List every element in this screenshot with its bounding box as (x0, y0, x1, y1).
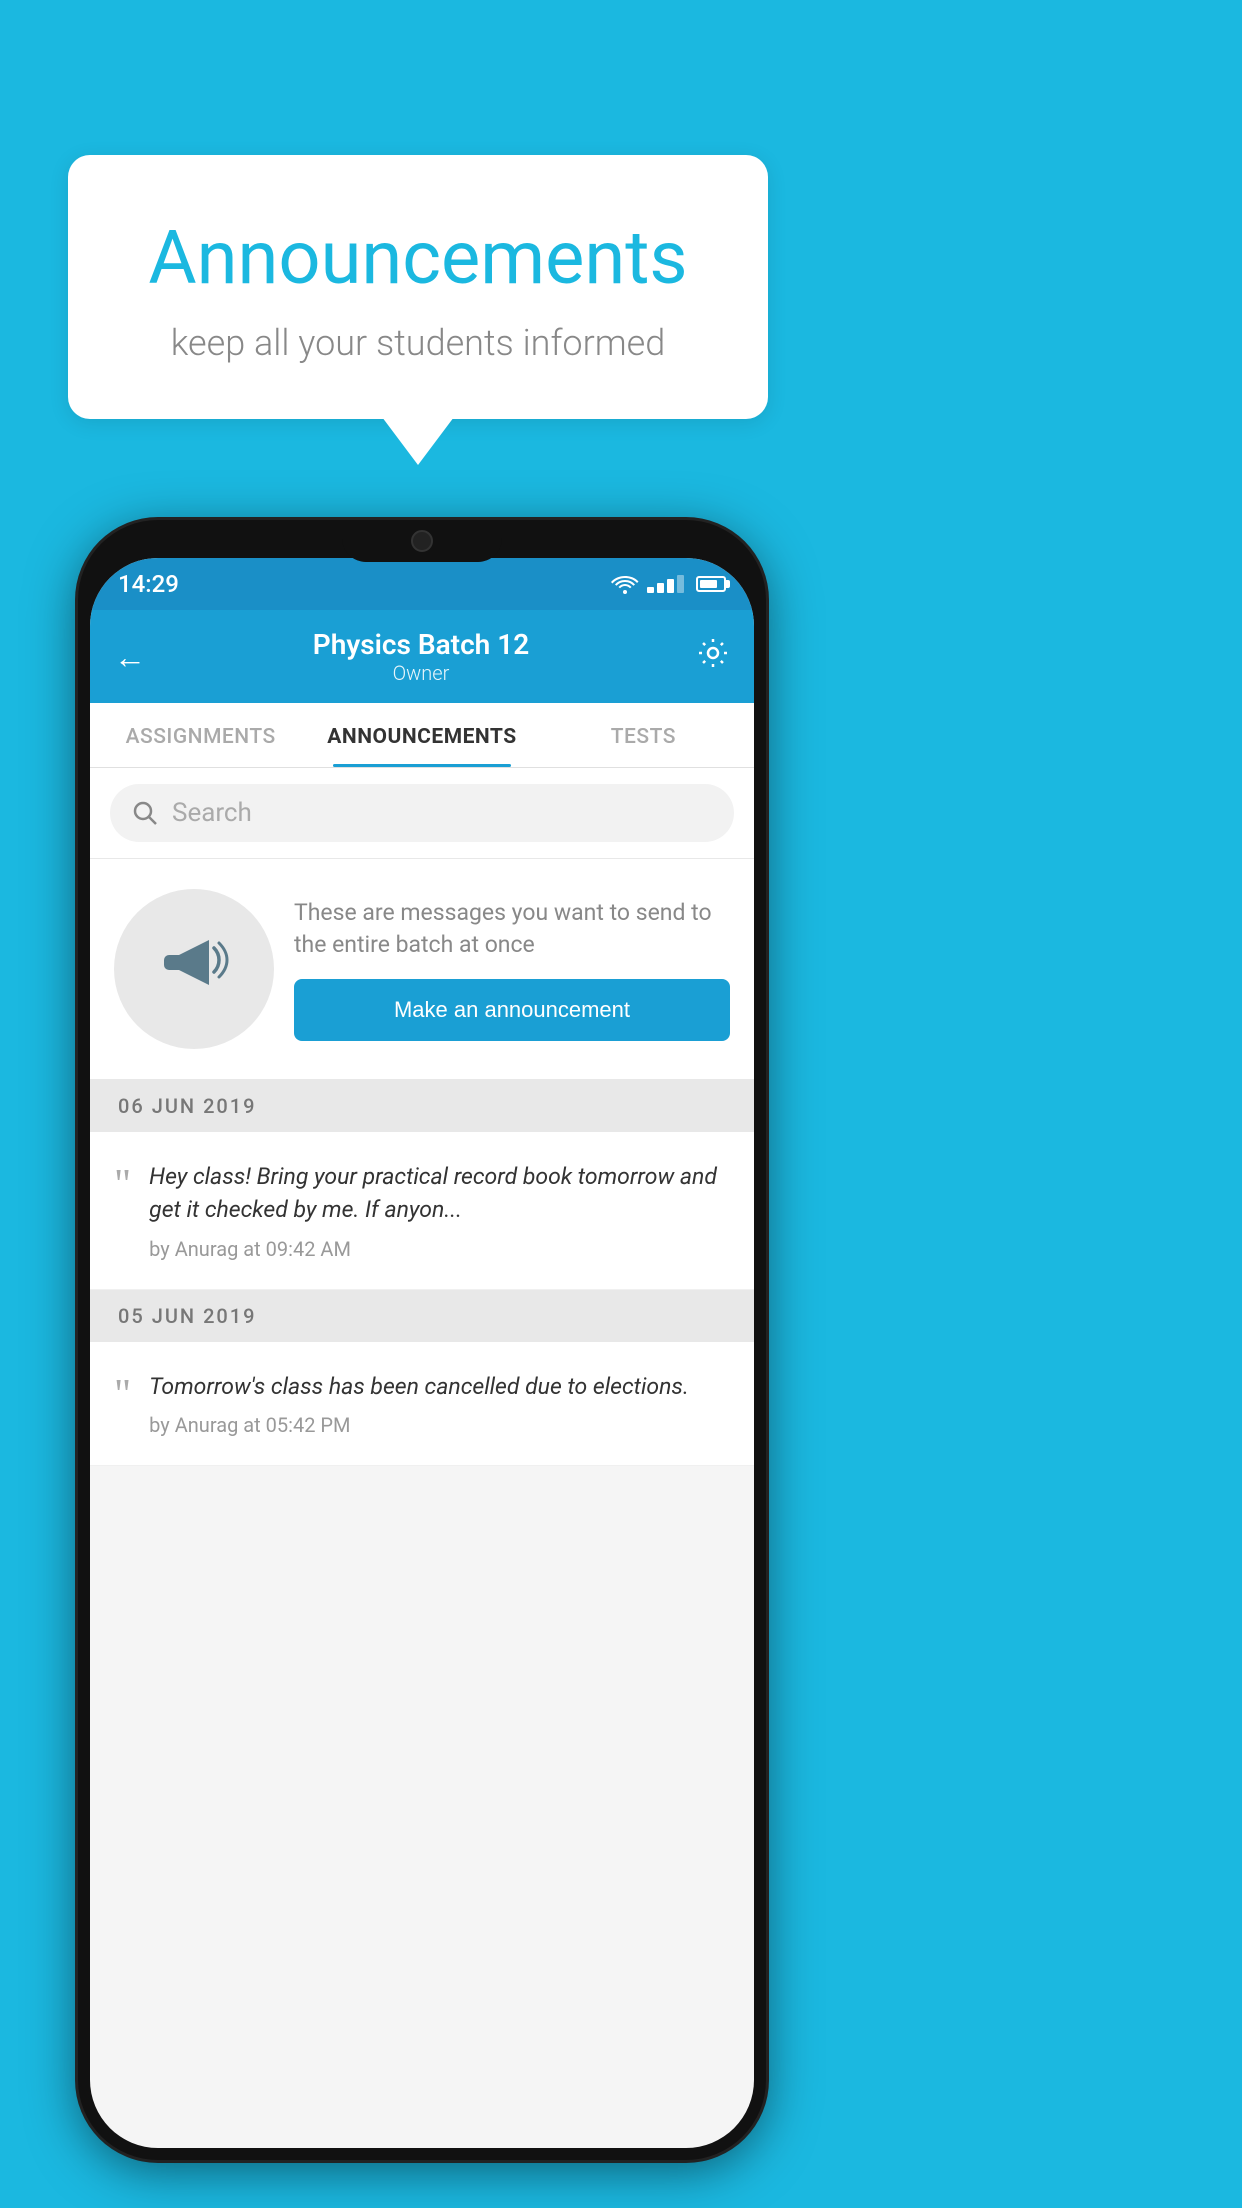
announcement-description: These are messages you want to send to t… (294, 897, 730, 961)
search-bar[interactable]: Search (110, 784, 734, 842)
announcement-card: Announcements keep all your students inf… (68, 155, 768, 419)
card-title: Announcements (118, 215, 718, 302)
app-header: ← Physics Batch 12 Owner (90, 610, 754, 703)
date-separator-1: 06 JUN 2019 (90, 1080, 754, 1132)
tab-announcements[interactable]: ANNOUNCEMENTS (311, 703, 532, 767)
announcement-prompt: These are messages you want to send to t… (90, 859, 754, 1080)
announcement-text-2: Tomorrow's class has been cancelled due … (149, 1370, 730, 1437)
signal-icon (647, 575, 684, 593)
phone-notch (342, 520, 502, 562)
tab-tests[interactable]: TESTS (533, 703, 754, 767)
search-icon (132, 800, 158, 826)
megaphone-icon (154, 920, 234, 1018)
search-container: Search (90, 768, 754, 859)
batch-role: Owner (313, 661, 530, 685)
settings-button[interactable] (696, 636, 730, 678)
date-separator-2: 05 JUN 2019 (90, 1290, 754, 1342)
quote-icon-1: " (114, 1164, 131, 1206)
card-subtitle: keep all your students informed (118, 322, 718, 364)
quote-icon-2: " (114, 1374, 131, 1416)
announcement-message-2: Tomorrow's class has been cancelled due … (149, 1370, 730, 1403)
status-bar: 14:29 (90, 558, 754, 610)
make-announcement-button[interactable]: Make an announcement (294, 979, 730, 1041)
batch-name: Physics Batch 12 (313, 628, 530, 661)
battery-icon (696, 576, 726, 592)
megaphone-circle (114, 889, 274, 1049)
announcement-meta-1: by Anurag at 09:42 AM (149, 1237, 730, 1261)
announcement-info: These are messages you want to send to t… (294, 897, 730, 1041)
announcement-meta-2: by Anurag at 05:42 PM (149, 1413, 730, 1437)
phone-screen: 14:29 (90, 558, 754, 2148)
status-icons (611, 574, 726, 594)
wifi-icon (611, 574, 639, 594)
front-camera (411, 530, 433, 552)
search-input[interactable]: Search (172, 798, 252, 828)
announcement-message-1: Hey class! Bring your practical record b… (149, 1160, 730, 1227)
tab-assignments[interactable]: ASSIGNMENTS (90, 703, 311, 767)
status-time: 14:29 (118, 570, 179, 598)
header-title: Physics Batch 12 Owner (313, 628, 530, 685)
phone-frame: 14:29 (78, 520, 766, 2160)
announcement-text-1: Hey class! Bring your practical record b… (149, 1160, 730, 1261)
announcement-item-1[interactable]: " Hey class! Bring your practical record… (90, 1132, 754, 1290)
announcement-item-2[interactable]: " Tomorrow's class has been cancelled du… (90, 1342, 754, 1466)
back-button[interactable]: ← (114, 638, 146, 676)
tabs-bar: ASSIGNMENTS ANNOUNCEMENTS TESTS (90, 703, 754, 768)
